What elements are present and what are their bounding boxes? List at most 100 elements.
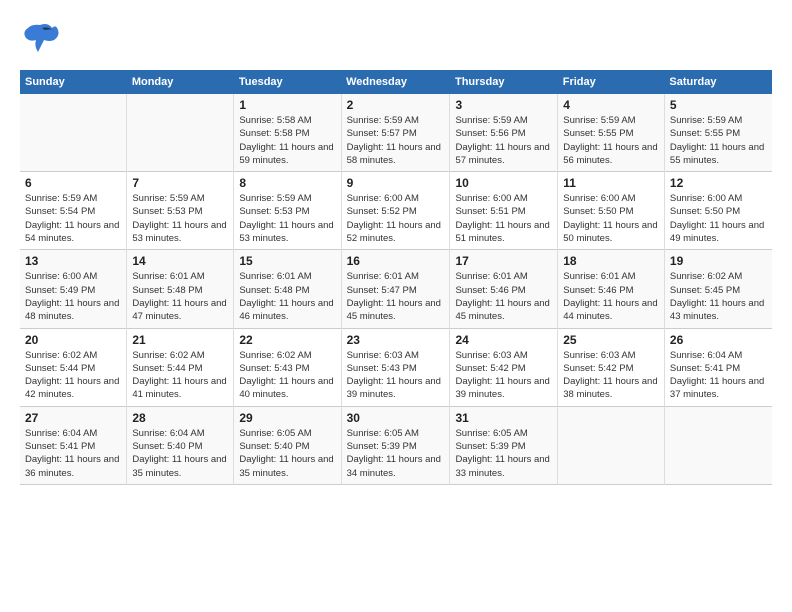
calendar-cell: 31 Sunrise: 6:05 AM Sunset: 5:39 PM Dayli… [450,406,558,484]
day-info: Sunrise: 5:59 AM Sunset: 5:55 PM Dayligh… [670,114,767,167]
day-info: Sunrise: 5:59 AM Sunset: 5:56 PM Dayligh… [455,114,552,167]
calendar-cell: 30 Sunrise: 6:05 AM Sunset: 5:39 PM Dayli… [341,406,450,484]
day-info: Sunrise: 6:02 AM Sunset: 5:45 PM Dayligh… [670,270,767,323]
col-header-saturday: Saturday [664,70,772,94]
col-header-sunday: Sunday [20,70,127,94]
calendar-cell: 10 Sunrise: 6:00 AM Sunset: 5:51 PM Dayli… [450,172,558,250]
calendar-cell: 18Sunrise: 6:01 AM Sunset: 5:46 PM Dayli… [558,250,665,328]
calendar-cell [20,94,127,172]
col-header-wednesday: Wednesday [341,70,450,94]
day-number: 24 [455,333,552,347]
calendar-cell: 22 Sunrise: 6:02 AM Sunset: 5:43 PM Dayli… [234,328,341,406]
day-info: Sunrise: 6:02 AM Sunset: 5:44 PM Dayligh… [25,349,121,402]
day-number: 31 [455,411,552,425]
calendar-cell [558,406,665,484]
calendar-cell: 27 Sunrise: 6:04 AM Sunset: 5:41 PM Dayli… [20,406,127,484]
day-number: 12 [670,176,767,190]
day-info: Sunrise: 6:01 AM Sunset: 5:46 PM Dayligh… [563,270,659,323]
day-number: 19 [670,254,767,268]
calendar-table: SundayMondayTuesdayWednesdayThursdayFrid… [20,70,772,485]
day-info: Sunrise: 6:02 AM Sunset: 5:44 PM Dayligh… [132,349,228,402]
calendar-cell: 21 Sunrise: 6:02 AM Sunset: 5:44 PM Dayli… [127,328,234,406]
page-header [20,20,772,60]
day-info: Sunrise: 6:01 AM Sunset: 5:48 PM Dayligh… [239,270,335,323]
day-number: 1 [239,98,335,112]
day-info: Sunrise: 6:01 AM Sunset: 5:46 PM Dayligh… [455,270,552,323]
day-number: 27 [25,411,121,425]
calendar-cell: 7 Sunrise: 5:59 AM Sunset: 5:53 PM Daylig… [127,172,234,250]
col-header-tuesday: Tuesday [234,70,341,94]
calendar-cell: 5 Sunrise: 5:59 AM Sunset: 5:55 PM Daylig… [664,94,772,172]
calendar-cell: 28 Sunrise: 6:04 AM Sunset: 5:40 PM Dayli… [127,406,234,484]
calendar-cell: 2 Sunrise: 5:59 AM Sunset: 5:57 PM Daylig… [341,94,450,172]
day-number: 13 [25,254,121,268]
calendar-cell: 26 Sunrise: 6:04 AM Sunset: 5:41 PM Dayli… [664,328,772,406]
calendar-cell: 1Sunrise: 5:58 AM Sunset: 5:58 PM Daylig… [234,94,341,172]
col-header-friday: Friday [558,70,665,94]
day-number: 14 [132,254,228,268]
day-number: 6 [25,176,121,190]
calendar-cell: 16 Sunrise: 6:01 AM Sunset: 5:47 PM Dayli… [341,250,450,328]
calendar-cell: 25Sunrise: 6:03 AM Sunset: 5:42 PM Dayli… [558,328,665,406]
day-info: Sunrise: 5:59 AM Sunset: 5:54 PM Dayligh… [25,192,121,245]
calendar-cell [127,94,234,172]
day-info: Sunrise: 6:05 AM Sunset: 5:39 PM Dayligh… [347,427,445,480]
day-number: 8 [239,176,335,190]
day-number: 4 [563,98,659,112]
day-info: Sunrise: 5:59 AM Sunset: 5:57 PM Dayligh… [347,114,445,167]
day-number: 21 [132,333,228,347]
calendar-cell: 4Sunrise: 5:59 AM Sunset: 5:55 PM Daylig… [558,94,665,172]
day-number: 29 [239,411,335,425]
day-info: Sunrise: 6:03 AM Sunset: 5:42 PM Dayligh… [455,349,552,402]
day-number: 16 [347,254,445,268]
day-info: Sunrise: 6:02 AM Sunset: 5:43 PM Dayligh… [239,349,335,402]
logo-icon [20,20,60,60]
calendar-cell: 13 Sunrise: 6:00 AM Sunset: 5:49 PM Dayli… [20,250,127,328]
day-info: Sunrise: 6:00 AM Sunset: 5:51 PM Dayligh… [455,192,552,245]
week-row-5: 27 Sunrise: 6:04 AM Sunset: 5:41 PM Dayli… [20,406,772,484]
day-number: 20 [25,333,121,347]
day-info: Sunrise: 6:05 AM Sunset: 5:40 PM Dayligh… [239,427,335,480]
day-info: Sunrise: 6:01 AM Sunset: 5:47 PM Dayligh… [347,270,445,323]
day-info: Sunrise: 6:05 AM Sunset: 5:39 PM Dayligh… [455,427,552,480]
day-number: 26 [670,333,767,347]
day-number: 2 [347,98,445,112]
week-row-4: 20 Sunrise: 6:02 AM Sunset: 5:44 PM Dayli… [20,328,772,406]
calendar-cell [664,406,772,484]
day-number: 10 [455,176,552,190]
day-info: Sunrise: 6:04 AM Sunset: 5:41 PM Dayligh… [25,427,121,480]
day-info: Sunrise: 6:04 AM Sunset: 5:40 PM Dayligh… [132,427,228,480]
calendar-cell: 15Sunrise: 6:01 AM Sunset: 5:48 PM Dayli… [234,250,341,328]
col-header-monday: Monday [127,70,234,94]
day-number: 9 [347,176,445,190]
day-info: Sunrise: 6:04 AM Sunset: 5:41 PM Dayligh… [670,349,767,402]
day-info: Sunrise: 6:03 AM Sunset: 5:43 PM Dayligh… [347,349,445,402]
day-number: 7 [132,176,228,190]
day-number: 25 [563,333,659,347]
day-number: 28 [132,411,228,425]
calendar-cell: 24 Sunrise: 6:03 AM Sunset: 5:42 PM Dayli… [450,328,558,406]
day-number: 22 [239,333,335,347]
calendar-cell: 8 Sunrise: 5:59 AM Sunset: 5:53 PM Daylig… [234,172,341,250]
calendar-cell: 14Sunrise: 6:01 AM Sunset: 5:48 PM Dayli… [127,250,234,328]
calendar-cell: 17Sunrise: 6:01 AM Sunset: 5:46 PM Dayli… [450,250,558,328]
day-info: Sunrise: 6:00 AM Sunset: 5:50 PM Dayligh… [670,192,767,245]
calendar-cell: 12 Sunrise: 6:00 AM Sunset: 5:50 PM Dayli… [664,172,772,250]
calendar-cell: 9Sunrise: 6:00 AM Sunset: 5:52 PM Daylig… [341,172,450,250]
calendar-cell: 19 Sunrise: 6:02 AM Sunset: 5:45 PM Dayli… [664,250,772,328]
week-row-1: 1Sunrise: 5:58 AM Sunset: 5:58 PM Daylig… [20,94,772,172]
day-info: Sunrise: 5:59 AM Sunset: 5:53 PM Dayligh… [132,192,228,245]
calendar-cell: 6 Sunrise: 5:59 AM Sunset: 5:54 PM Daylig… [20,172,127,250]
day-number: 30 [347,411,445,425]
day-info: Sunrise: 6:00 AM Sunset: 5:50 PM Dayligh… [563,192,659,245]
day-info: Sunrise: 6:00 AM Sunset: 5:49 PM Dayligh… [25,270,121,323]
calendar-cell: 20 Sunrise: 6:02 AM Sunset: 5:44 PM Dayli… [20,328,127,406]
calendar-cell: 29 Sunrise: 6:05 AM Sunset: 5:40 PM Dayli… [234,406,341,484]
day-number: 3 [455,98,552,112]
day-number: 5 [670,98,767,112]
col-header-thursday: Thursday [450,70,558,94]
day-info: Sunrise: 5:59 AM Sunset: 5:53 PM Dayligh… [239,192,335,245]
day-number: 11 [563,176,659,190]
calendar-cell: 23Sunrise: 6:03 AM Sunset: 5:43 PM Dayli… [341,328,450,406]
week-row-3: 13 Sunrise: 6:00 AM Sunset: 5:49 PM Dayli… [20,250,772,328]
